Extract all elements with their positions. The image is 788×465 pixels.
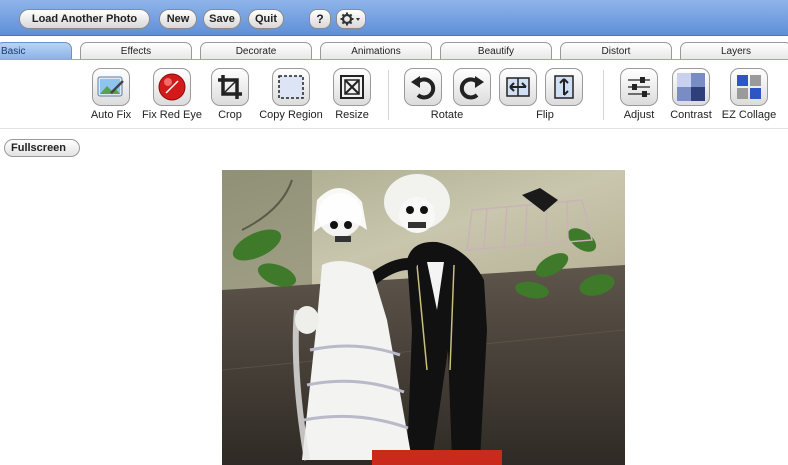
gear-icon [340, 12, 360, 26]
fix-red-eye-label: Fix Red Eye [142, 109, 202, 121]
settings-menu-button[interactable] [336, 9, 366, 29]
contrast-button[interactable] [672, 68, 710, 106]
crop-icon [218, 75, 242, 99]
save-button[interactable]: Save [203, 9, 241, 29]
crop-button[interactable] [211, 68, 249, 106]
flip-vertical-button[interactable] [545, 68, 583, 106]
fullscreen-button[interactable]: Fullscreen [4, 139, 80, 157]
category-tabs: Basic Effects Decorate Animations Beauti… [0, 36, 788, 60]
tool-separator [603, 70, 604, 120]
flip-horizontal-button[interactable] [499, 68, 537, 106]
rotate-right-button[interactable] [453, 68, 491, 106]
flip-label: Flip [536, 109, 554, 121]
tab-layers[interactable]: Layers [680, 42, 788, 60]
rotate-right-icon [459, 76, 484, 100]
ez-collage-label: EZ Collage [721, 109, 777, 121]
red-eye-icon [158, 73, 186, 101]
auto-fix-button[interactable] [92, 68, 130, 106]
tab-decorate[interactable]: Decorate [200, 42, 312, 60]
quit-button[interactable]: Quit [248, 9, 284, 29]
tab-beautify[interactable]: Beautify [440, 42, 552, 60]
adjust-button[interactable] [620, 68, 658, 106]
copy-region-icon [278, 75, 304, 99]
resize-button[interactable] [333, 68, 371, 106]
tab-distort[interactable]: Distort [560, 42, 672, 60]
resize-label: Resize [335, 109, 369, 121]
help-icon: ? [316, 12, 324, 26]
new-button[interactable]: New [159, 9, 197, 29]
basic-tools-row: Auto Fix Fix Red Eye Crop Copy Region Re… [0, 60, 788, 128]
flip-vertical-icon [554, 75, 574, 99]
tab-effects[interactable]: Effects [80, 42, 192, 60]
fix-red-eye-button[interactable] [153, 68, 191, 106]
collage-icon [737, 75, 761, 99]
auto-fix-label: Auto Fix [90, 109, 132, 121]
tool-separator [388, 70, 389, 120]
auto-fix-icon [97, 76, 124, 97]
adjust-label: Adjust [623, 109, 655, 121]
rotate-left-icon [411, 76, 436, 100]
load-another-photo-button[interactable]: Load Another Photo [19, 9, 150, 29]
help-button[interactable]: ? [309, 9, 331, 29]
tab-basic[interactable]: Basic [0, 42, 72, 60]
crop-label: Crop [218, 109, 242, 121]
rotate-label: Rotate [430, 109, 464, 121]
copy-region-button[interactable] [272, 68, 310, 106]
copy-region-label: Copy Region [259, 109, 323, 121]
top-toolbar: Load Another Photo New Save Quit ? [0, 0, 788, 36]
chevron-down-icon [356, 18, 360, 21]
flip-horizontal-icon [506, 77, 530, 97]
contrast-icon [677, 73, 705, 101]
tools-divider [0, 128, 788, 129]
sliders-icon [628, 77, 650, 97]
photo-canvas[interactable] [222, 170, 625, 465]
photo-image [222, 170, 625, 465]
resize-icon [340, 75, 364, 99]
contrast-label: Contrast [670, 109, 712, 121]
rotate-left-button[interactable] [404, 68, 442, 106]
tab-animations[interactable]: Animations [320, 42, 432, 60]
ez-collage-button[interactable] [730, 68, 768, 106]
